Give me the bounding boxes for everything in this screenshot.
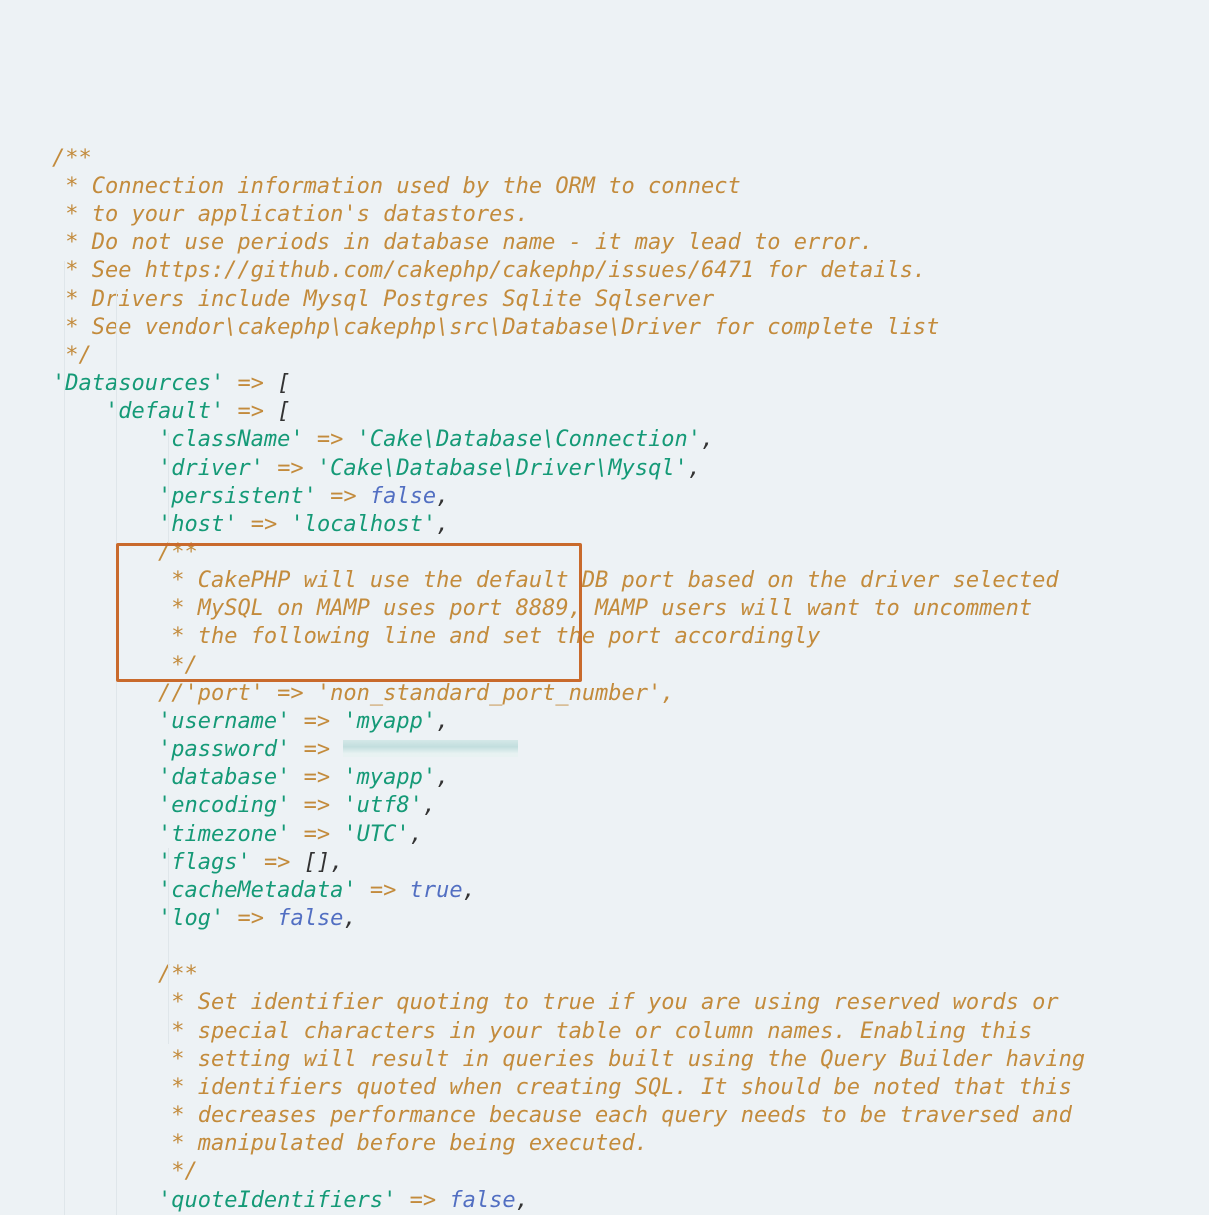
comment-line: * Connection information used by the ORM… <box>52 174 741 199</box>
comma: , <box>343 906 356 931</box>
comment-line: * See vendor\cakephp\cakephp\src\Databas… <box>52 315 939 340</box>
arrow-op: => <box>370 878 397 903</box>
config-value: true <box>410 878 463 903</box>
indent-guide <box>168 848 169 1044</box>
config-key: 'quoteIdentifiers' <box>158 1188 396 1213</box>
comma: , <box>410 822 423 847</box>
config-key: 'timezone' <box>158 822 290 847</box>
indent-guide <box>168 433 169 546</box>
arrow-op: => <box>251 512 278 537</box>
config-key: 'persistent' <box>158 484 317 509</box>
config-value: 'myapp' <box>343 765 436 790</box>
config-key: 'className' <box>158 427 304 452</box>
comma: , <box>436 709 449 734</box>
comma: , <box>436 765 449 790</box>
config-value: false <box>370 484 436 509</box>
bracket: [ <box>277 399 290 424</box>
comma: , <box>330 850 343 875</box>
commented-code: //'port' => 'non_standard_port_number', <box>158 681 675 706</box>
comment-line: */ <box>158 653 198 678</box>
comma: , <box>423 793 436 818</box>
comment-line: /** <box>158 540 198 565</box>
config-value: 'myapp' <box>343 709 436 734</box>
arrow-op: => <box>237 371 264 396</box>
config-key: 'cacheMetadata' <box>158 878 357 903</box>
config-value: 'localhost' <box>290 512 436 537</box>
comment-line: */ <box>158 1159 198 1184</box>
arrow-op: => <box>304 709 331 734</box>
arrow-op: => <box>317 427 344 452</box>
config-key: 'Datasources' <box>52 371 224 396</box>
comment-line: */ <box>52 343 92 368</box>
comment-line: * to your application's datastores. <box>52 202 529 227</box>
comment-line: * Drivers include Mysql Postgres Sqlite … <box>52 287 714 312</box>
config-value: 'UTC' <box>343 822 409 847</box>
comment-line: /** <box>52 146 92 171</box>
config-value: 'Cake\Database\Driver\Mysql' <box>317 456 688 481</box>
bracket: [ <box>277 371 290 396</box>
config-value: 'utf8' <box>343 793 422 818</box>
arrow-op: => <box>277 456 304 481</box>
comma: , <box>436 512 449 537</box>
config-key: 'encoding' <box>158 793 290 818</box>
config-key: 'default' <box>105 399 224 424</box>
config-key: 'host' <box>158 512 237 537</box>
arrow-op: => <box>237 399 264 424</box>
config-value: 'Cake\Database\Connection' <box>357 427 701 452</box>
comment-line: * Do not use periods in database name - … <box>52 230 873 255</box>
arrow-op: => <box>264 850 291 875</box>
arrow-op: => <box>304 822 331 847</box>
config-key: 'driver' <box>158 456 264 481</box>
config-value: false <box>449 1188 515 1213</box>
indent-guide <box>64 261 65 1215</box>
arrow-op: => <box>330 484 357 509</box>
comment-line: * CakePHP will use the default DB port b… <box>158 568 1059 593</box>
comment-line: /** <box>158 962 198 987</box>
comment-line: * Set identifier quoting to true if you … <box>158 990 1059 1015</box>
indent-guide <box>116 290 117 1215</box>
comment-line: * special characters in your table or co… <box>158 1019 1032 1044</box>
comment-line: * setting will result in queries built u… <box>158 1047 1085 1072</box>
arrow-op: => <box>304 737 331 762</box>
arrow-op: => <box>410 1188 437 1213</box>
comma: , <box>688 456 701 481</box>
config-key-password: 'password' <box>158 737 290 762</box>
config-key-database: 'database' <box>158 765 290 790</box>
empty-array: [] <box>304 850 331 875</box>
comma: , <box>463 878 476 903</box>
config-key: 'flags' <box>158 850 251 875</box>
comment-line: * See https://github.com/cakephp/cakephp… <box>52 258 926 283</box>
arrow-op: => <box>237 906 264 931</box>
comment-line: * identifiers quoted when creating SQL. … <box>158 1075 1072 1100</box>
code-block: /** * Connection information used by the… <box>0 0 1209 1215</box>
config-value: false <box>277 906 343 931</box>
comma: , <box>436 484 449 509</box>
comma: , <box>701 427 714 452</box>
comment-line: * the following line and set the port ac… <box>158 624 820 649</box>
arrow-op: => <box>304 765 331 790</box>
comment-line: * decreases performance because each que… <box>158 1103 1072 1128</box>
comma: , <box>516 1188 529 1213</box>
redacted-value <box>343 740 518 757</box>
comment-line: * MySQL on MAMP uses port 8889, MAMP use… <box>158 596 1032 621</box>
config-key-username: 'username' <box>158 709 290 734</box>
arrow-op: => <box>304 793 331 818</box>
comment-line: * manipulated before being executed. <box>158 1131 648 1156</box>
